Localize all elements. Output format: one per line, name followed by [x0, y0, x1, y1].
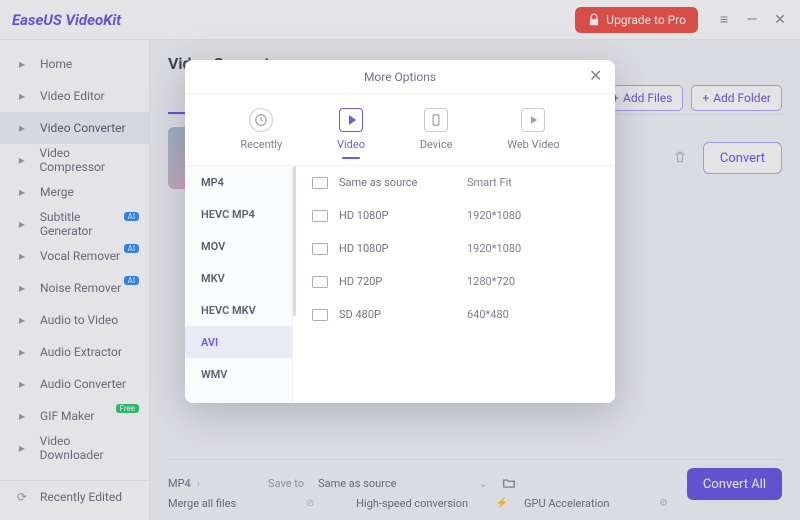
resolution-option[interactable]: SD 480P640*480 — [293, 298, 615, 331]
format-mov[interactable]: MOV — [185, 230, 292, 262]
screen-icon — [311, 276, 329, 288]
cat-web[interactable]: Web Video — [507, 108, 559, 159]
modal-close-button[interactable]: ✕ — [589, 68, 605, 84]
cat-device[interactable]: Device — [420, 108, 453, 159]
resolution-option[interactable]: HD 720P1280*720 — [293, 265, 615, 298]
screen-icon — [311, 210, 329, 222]
clock-icon — [249, 108, 273, 132]
screen-icon — [311, 309, 329, 321]
format-avi[interactable]: AVI — [185, 326, 292, 358]
more-options-modal: More Options ✕ Recently Video Device Web… — [185, 60, 615, 403]
video-icon — [339, 108, 363, 132]
format-hevc-mkv[interactable]: HEVC MKV — [185, 294, 292, 326]
format-mp4[interactable]: MP4 — [185, 166, 292, 198]
cat-video[interactable]: Video — [337, 108, 365, 159]
format-mkv[interactable]: MKV — [185, 262, 292, 294]
format-hevc-mp4[interactable]: HEVC MP4 — [185, 198, 292, 230]
screen-icon — [311, 177, 329, 189]
device-icon — [424, 108, 448, 132]
modal-title: More Options — [364, 70, 436, 84]
format-wmv[interactable]: WMV — [185, 358, 292, 390]
screen-icon — [311, 243, 329, 255]
resolution-option[interactable]: HD 1080P1920*1080 — [293, 199, 615, 232]
resolution-option[interactable]: Same as sourceSmart Fit — [293, 166, 615, 199]
modal-backdrop[interactable]: More Options ✕ Recently Video Device Web… — [0, 0, 800, 520]
format-list[interactable]: MP4HEVC MP4MOVMKVHEVC MKVAVIWMV — [185, 166, 293, 403]
web-video-icon — [521, 108, 545, 132]
cat-recently[interactable]: Recently — [240, 108, 282, 159]
resolution-option[interactable]: HD 1080P1920*1080 — [293, 232, 615, 265]
resolution-list[interactable]: Same as sourceSmart FitHD 1080P1920*1080… — [293, 166, 615, 403]
